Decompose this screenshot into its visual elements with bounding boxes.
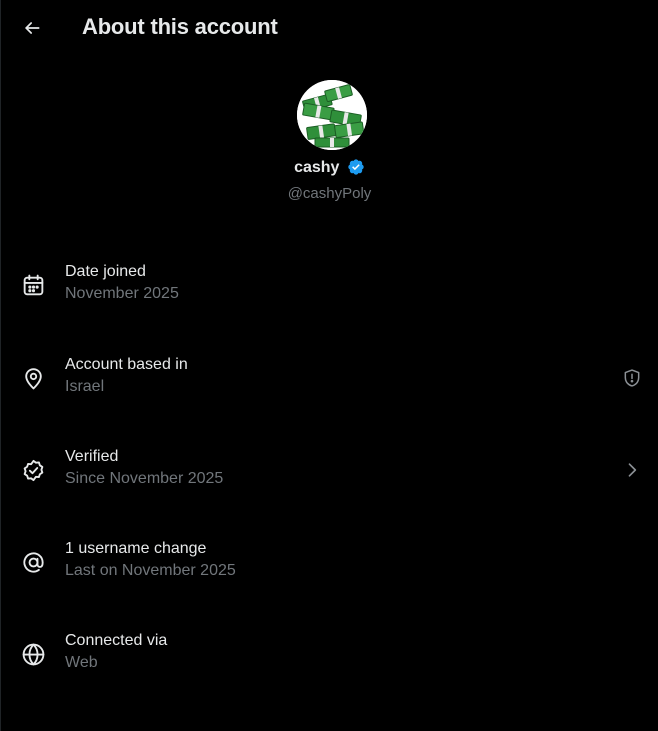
row-subtitle: Web [65, 654, 98, 671]
row-title: Verified [65, 448, 119, 465]
verified-badge-icon[interactable] [347, 158, 365, 176]
header: About this account [1, 0, 658, 56]
row-connected-via: Connected via Web [1, 623, 658, 685]
row-subtitle: Last on November 2025 [65, 562, 236, 579]
at-sign-icon [23, 552, 44, 573]
shield-alert-icon [624, 369, 640, 387]
handle: @cashyPoly [287, 185, 372, 202]
row-username-change: 1 username change Last on November 2025 [1, 531, 658, 593]
location-pin-icon [25, 368, 42, 390]
row-account-based-in: Account based in Israel [1, 347, 658, 409]
row-subtitle: Israel [65, 378, 105, 395]
display-name: cashy [294, 159, 340, 176]
money-stack-icon [297, 80, 367, 150]
chevron-right-icon [628, 463, 637, 477]
avatar[interactable] [297, 80, 367, 150]
row-date-joined: Date joined November 2025 [1, 254, 658, 316]
display-name-row: cashy [1, 159, 658, 177]
row-subtitle: Since November 2025 [65, 470, 224, 487]
row-title: 1 username change [65, 540, 207, 557]
row-title: Account based in [65, 356, 188, 373]
verified-badge-outline-icon [23, 459, 44, 482]
verified-chevron[interactable] [622, 460, 642, 480]
calendar-icon [23, 274, 44, 296]
shield-alert-button[interactable] [622, 368, 642, 388]
page-title: About this account [82, 14, 278, 39]
globe-icon [22, 643, 45, 666]
back-button[interactable] [15, 11, 49, 45]
row-verified[interactable]: Verified Since November 2025 [1, 439, 658, 501]
row-title: Connected via [65, 632, 168, 649]
about-account-page: About this account cashy @cashyPoly Date… [0, 0, 658, 731]
row-subtitle: November 2025 [65, 285, 179, 302]
row-title: Date joined [65, 263, 146, 280]
arrow-left-icon [25, 22, 40, 34]
